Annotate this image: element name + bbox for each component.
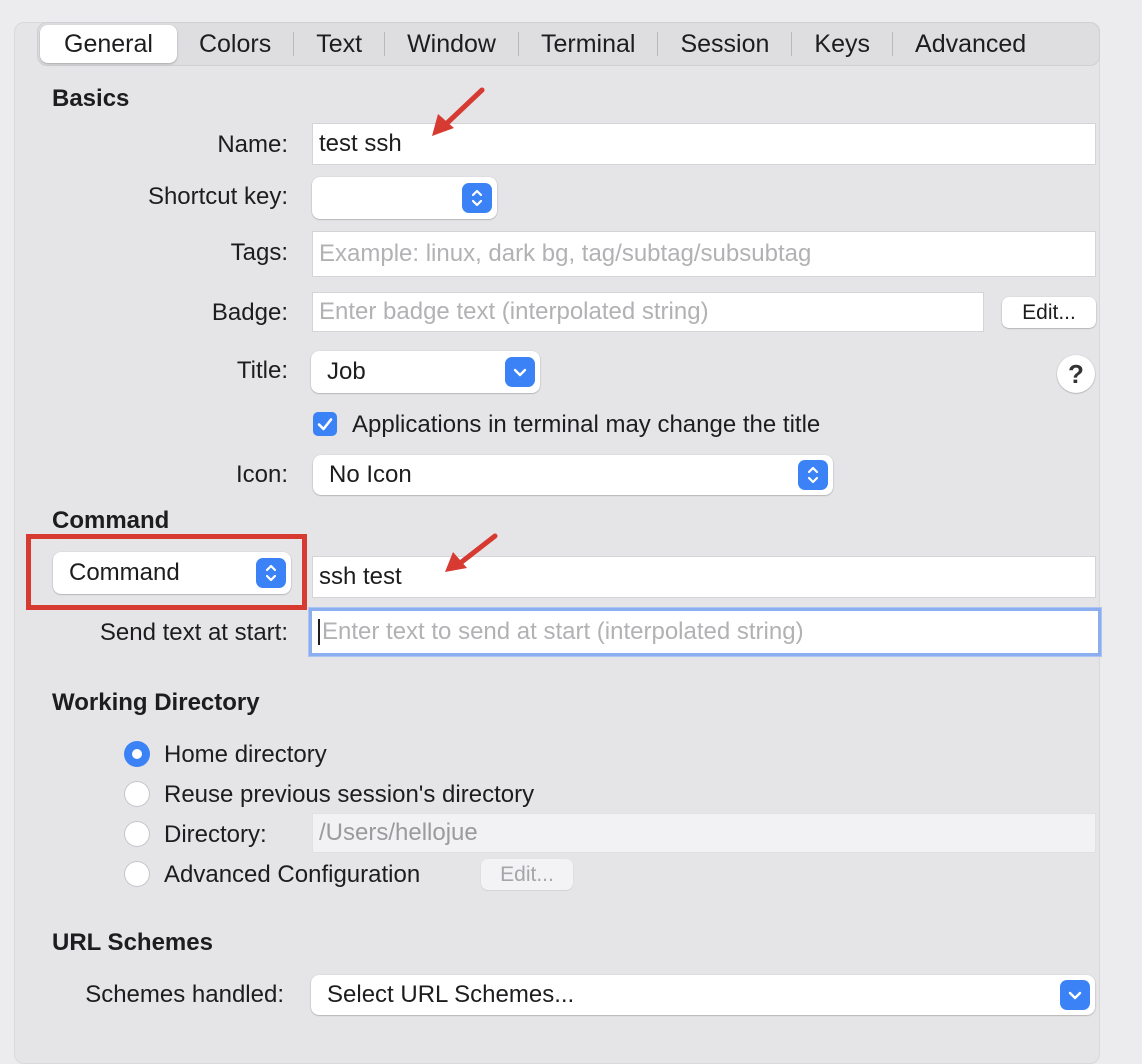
help-button[interactable]: ? — [1057, 355, 1095, 393]
working-directory-heading: Working Directory — [52, 689, 260, 716]
directory-field: /Users/hellojue — [312, 813, 1096, 853]
url-schemes-heading: URL Schemes — [52, 929, 213, 956]
up-down-chevron-icon — [462, 183, 492, 213]
apps-change-title-checkbox[interactable] — [313, 412, 337, 436]
badge-field[interactable]: Enter badge text (interpolated string) — [312, 292, 984, 332]
shortcut-key-popup[interactable] — [312, 177, 497, 219]
radio-advanced-configuration[interactable] — [124, 861, 150, 887]
icon-value: No Icon — [329, 461, 412, 488]
tab-general[interactable]: General — [40, 25, 177, 63]
shortcut-key-label: Shortcut key: — [147, 183, 288, 210]
tab-bar: General Colors Text Window Terminal Sess… — [37, 22, 1100, 66]
reuse-previous-label[interactable]: Reuse previous session's directory — [164, 781, 534, 809]
schemes-handled-label: Schemes handled: — [85, 981, 284, 1008]
title-value: Job — [327, 358, 366, 385]
directory-label[interactable]: Directory: — [164, 821, 267, 849]
tab-advanced[interactable]: Advanced — [893, 25, 1048, 63]
up-down-chevron-icon — [798, 460, 828, 490]
radio-reuse-previous[interactable] — [124, 781, 150, 807]
chevron-down-icon — [505, 357, 535, 387]
schemes-handled-value: Select URL Schemes... — [327, 981, 575, 1008]
title-label: Title: — [236, 357, 288, 384]
radio-directory[interactable] — [124, 821, 150, 847]
basics-heading: Basics — [52, 85, 130, 112]
tab-text[interactable]: Text — [294, 25, 384, 63]
home-directory-label[interactable]: Home directory — [164, 741, 327, 769]
command-heading: Command — [52, 507, 170, 534]
send-text-placeholder: Enter text to send at start (interpolate… — [322, 618, 804, 645]
tags-label: Tags: — [230, 239, 288, 266]
chevron-down-icon — [1060, 980, 1090, 1010]
radio-home-directory[interactable] — [124, 741, 150, 767]
annotation-arrow-icon — [445, 533, 498, 572]
title-popup[interactable]: Job — [311, 351, 540, 393]
icon-popup[interactable]: No Icon — [313, 455, 833, 495]
name-label: Name: — [217, 131, 288, 158]
apps-change-title-label[interactable]: Applications in terminal may change the … — [352, 411, 820, 439]
checkmark-icon — [317, 418, 333, 431]
send-text-label: Send text at start: — [99, 619, 288, 646]
advanced-configuration-edit-button: Edit... — [481, 859, 573, 890]
annotation-highlight-box — [26, 534, 307, 610]
tab-window[interactable]: Window — [385, 25, 518, 63]
tags-field[interactable]: Example: linux, dark bg, tag/subtag/subs… — [312, 231, 1096, 277]
schemes-handled-popup[interactable]: Select URL Schemes... — [311, 975, 1095, 1015]
tab-colors[interactable]: Colors — [177, 25, 293, 63]
annotation-arrow-icon — [432, 87, 485, 136]
tab-session[interactable]: Session — [658, 25, 791, 63]
tab-keys[interactable]: Keys — [792, 25, 892, 63]
tab-terminal[interactable]: Terminal — [519, 25, 657, 63]
badge-label: Badge: — [211, 299, 288, 326]
badge-edit-button[interactable]: Edit... — [1002, 297, 1096, 328]
icon-label: Icon: — [235, 461, 288, 488]
text-cursor — [318, 619, 320, 645]
advanced-configuration-label[interactable]: Advanced Configuration — [164, 861, 420, 889]
send-text-field[interactable]: Enter text to send at start (interpolate… — [309, 608, 1101, 656]
command-field[interactable]: ssh test — [312, 556, 1096, 598]
